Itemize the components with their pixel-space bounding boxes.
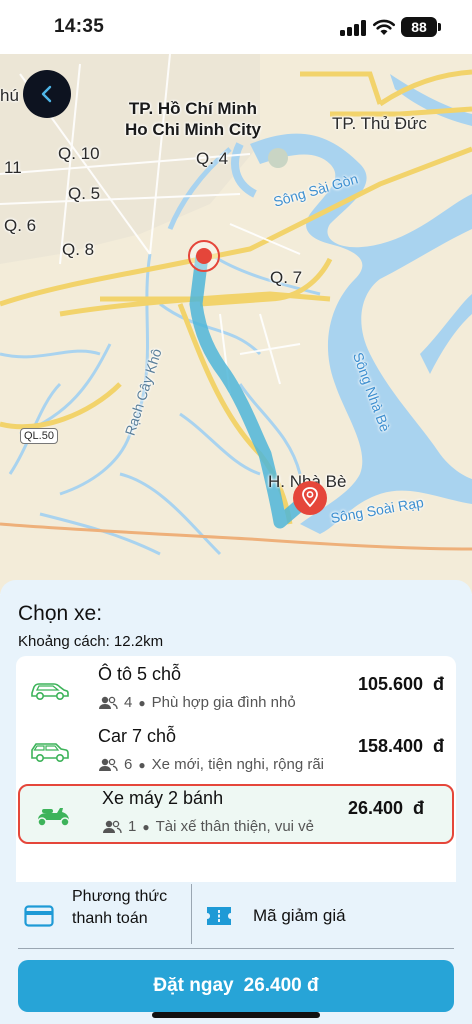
vehicle-option-car-5[interactable]: Ô tô 5 chỗ 4 ● Phù hợp gia đình nhỏ 105.… (16, 660, 456, 718)
vehicle-name: Ô tô 5 chỗ (98, 664, 182, 684)
separator-dot: ● (138, 695, 146, 710)
separator-dot: ● (138, 757, 146, 772)
map-label-ql50: QL.50 (20, 428, 58, 444)
credit-card-icon (24, 905, 54, 927)
map-label-q7: Q. 7 (270, 268, 303, 287)
vehicle-price: 158.400 đ (357, 736, 444, 756)
ticket-icon (207, 907, 231, 925)
vehicle-meta: 4 ● Phù hợp gia đình nhỏ (98, 694, 296, 711)
route-map[interactable]: TP. Hồ Chí Minh Ho Chi Minh City TP. Thủ … (0, 54, 472, 594)
map-label-q6: Q. 6 (4, 216, 37, 235)
origin-marker-icon (188, 240, 220, 272)
vehicle-option-motorbike[interactable]: Xe máy 2 bánh 1 ● Tài xế thân thiện, vui… (18, 784, 454, 844)
sheet-title: Chọn xe: (18, 602, 103, 625)
book-now-button[interactable]: Đặt ngay 26.400 đ (18, 960, 454, 1012)
vehicle-price: 26.400 đ (347, 798, 424, 818)
map-label-phu: hú (0, 86, 19, 105)
back-button[interactable] (23, 70, 71, 118)
people-icon (99, 696, 118, 709)
book-now-label: Đặt ngay (153, 975, 234, 996)
vehicle-meta: 1 ● Tài xế thân thiện, vui vẻ (102, 818, 314, 835)
vehicle-description: Phù hợp gia đình nhỏ (151, 694, 296, 711)
options-bar: Phương thức thanh toán Mã giảm giá (0, 882, 472, 950)
vehicle-name: Car 7 chỗ (98, 726, 177, 746)
status-bar: 14:35 88 (0, 0, 472, 54)
home-indicator (152, 1012, 320, 1018)
map-label-q8: Q. 8 (62, 240, 95, 259)
seat-count: 6 (124, 756, 133, 773)
map-label-11: 11 (4, 158, 22, 177)
people-icon (99, 758, 118, 771)
promo-code-button[interactable]: Mã giảm giá (205, 882, 445, 950)
payment-method-button[interactable]: Phương thức thanh toán (24, 882, 189, 950)
chevron-left-icon (41, 85, 52, 103)
vehicle-selection-sheet: Chọn xe: Khoảng cách: 12.2km Ô tô 5 chỗ … (0, 580, 472, 1024)
options-divider (191, 884, 192, 944)
promo-code-label: Mã giảm giá (253, 906, 346, 925)
destination-marker-icon (293, 481, 327, 515)
separator-dot: ● (142, 819, 150, 834)
distance-text: Khoảng cách: 12.2km (18, 633, 164, 650)
battery-tip (438, 23, 441, 31)
vehicle-description: Xe mới, tiện nghi, rộng rãi (151, 756, 325, 773)
status-time: 14:35 (54, 16, 105, 37)
vehicle-meta: 6 ● Xe mới, tiện nghi, rộng rãi (98, 756, 324, 773)
seat-count: 1 (128, 818, 137, 835)
map-label-city: TP. Hồ Chí Minh Ho Chi Minh City (125, 99, 261, 139)
map-label-thu-duc: TP. Thủ Đức (332, 114, 427, 133)
options-separator (18, 948, 454, 949)
vehicle-price: 105.600 đ (357, 674, 444, 694)
vehicle-list: Ô tô 5 chỗ 4 ● Phù hợp gia đình nhỏ 105.… (16, 656, 456, 882)
vehicle-name: Xe máy 2 bánh (102, 788, 224, 808)
book-now-price: 26.400 đ (243, 975, 319, 996)
vehicle-description: Tài xế thân thiện, vui vẻ (155, 818, 315, 835)
map-label-q5: Q. 5 (68, 184, 101, 203)
wifi-icon (373, 19, 395, 35)
scooter-icon (37, 808, 70, 827)
cellular-signal-icon (340, 20, 366, 36)
map-label-q4: Q. 4 (196, 149, 229, 168)
suv-outline-icon (31, 743, 69, 762)
people-icon (103, 820, 122, 833)
battery-indicator: 88 (401, 17, 437, 37)
payment-method-label: Phương thức thanh toán (72, 888, 168, 927)
seat-count: 4 (124, 694, 133, 711)
vehicle-option-car-7[interactable]: Car 7 chỗ 6 ● Xe mới, tiện nghi, rộng rã… (16, 722, 456, 780)
car-outline-icon (31, 683, 69, 700)
map-label-q10: Q. 10 (58, 144, 100, 163)
